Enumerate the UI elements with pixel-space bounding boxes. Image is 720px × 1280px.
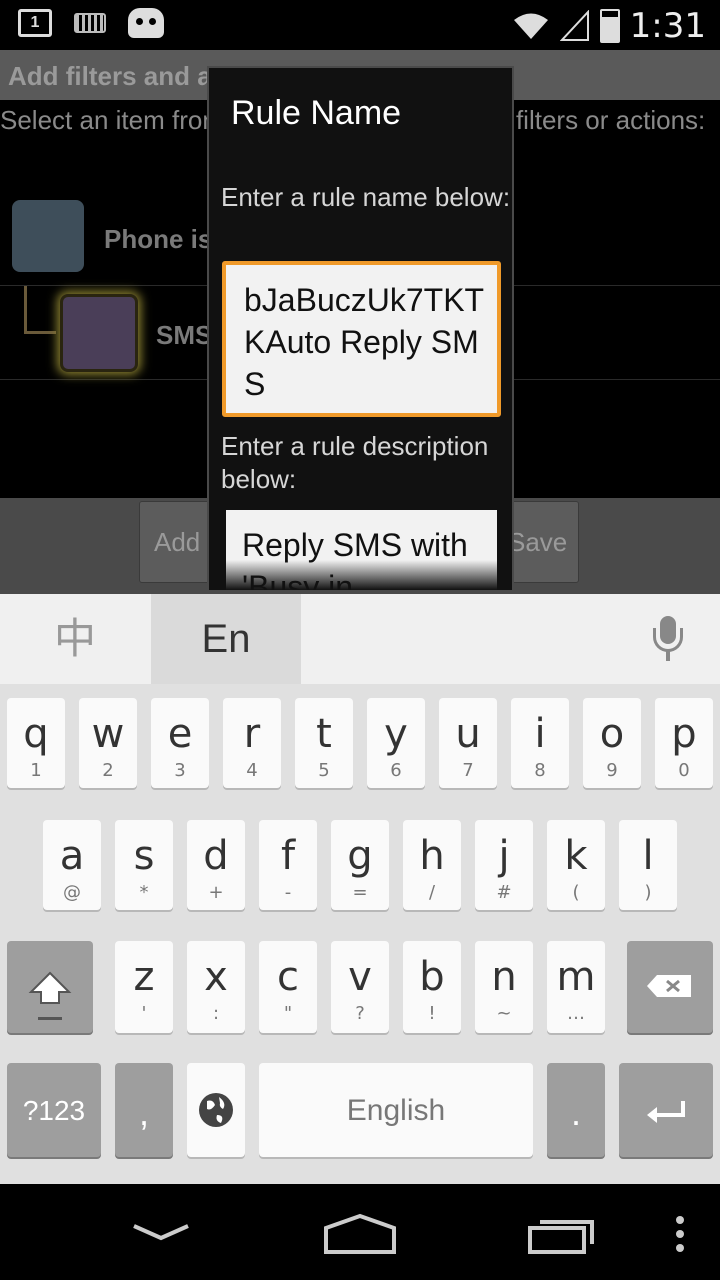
key-z[interactable]: z '	[115, 941, 173, 1033]
key-h[interactable]: h /	[403, 820, 461, 910]
key-v[interactable]: v?	[331, 941, 389, 1033]
rule-description-prompt: Enter a rule description below:	[221, 431, 489, 494]
key-n[interactable]: n ~	[475, 941, 533, 1033]
shift-icon	[28, 971, 72, 1020]
enter-icon	[647, 1101, 685, 1123]
key-o[interactable]: o9	[583, 698, 641, 788]
microphone-icon[interactable]	[650, 616, 686, 662]
key-w[interactable]: w2	[79, 698, 137, 788]
navigation-bar	[0, 1184, 720, 1280]
tree-item-label: SMS	[156, 320, 213, 350]
key-a[interactable]: a @	[43, 820, 101, 910]
key-f[interactable]: f-	[259, 820, 317, 910]
space-key[interactable]: English	[259, 1063, 533, 1157]
period-key[interactable]: .	[547, 1063, 605, 1157]
key-l[interactable]: l)	[619, 820, 677, 910]
key-t[interactable]: t5	[295, 698, 353, 788]
key-r[interactable]: r4	[223, 698, 281, 788]
key-j[interactable]: j #	[475, 820, 533, 910]
rule-name-dialog: Rule Name Enter a rule name below: bJaBu…	[207, 66, 514, 592]
keyboard-icon	[74, 13, 106, 33]
battery-icon	[599, 9, 620, 43]
key-m[interactable]: m…	[547, 941, 605, 1033]
home-icon[interactable]	[320, 1212, 400, 1256]
dialog-title: Rule Name	[231, 94, 402, 132]
rule-name-input[interactable]: bJaBuczUk7TKTKAuto Reply SMS	[222, 261, 501, 417]
key-g[interactable]: g =	[331, 820, 389, 910]
key-e[interactable]: e3	[151, 698, 209, 788]
key-k[interactable]: k(	[547, 820, 605, 910]
english-mode-tab[interactable]: En	[151, 594, 301, 684]
trigger-icon	[12, 200, 84, 272]
back-down-icon[interactable]	[130, 1220, 192, 1244]
sms-action-icon	[60, 294, 138, 372]
clock: 1:31	[629, 6, 706, 46]
key-i[interactable]: i8	[511, 698, 569, 788]
wifi-icon	[513, 13, 548, 39]
symbols-key[interactable]: ?123	[7, 1063, 101, 1157]
key-b[interactable]: b!	[403, 941, 461, 1033]
key-c[interactable]: c "	[259, 941, 317, 1033]
scroll-fade	[209, 560, 512, 590]
language-key[interactable]	[187, 1063, 245, 1157]
globe-icon	[199, 1093, 233, 1127]
overflow-menu-icon[interactable]	[672, 1214, 688, 1254]
soft-keyboard: 中 En q1 w2 e3 r4 t5 y6 u7 i8 o9 p0 a @ s *…	[0, 594, 720, 1184]
key-u[interactable]: u7	[439, 698, 497, 788]
key-s[interactable]: s *	[115, 820, 173, 910]
key-p[interactable]: p0	[655, 698, 713, 788]
enter-key[interactable]	[619, 1063, 713, 1157]
key-d[interactable]: d +	[187, 820, 245, 910]
comma-key[interactable]: ,	[115, 1063, 173, 1157]
key-y[interactable]: y6	[367, 698, 425, 788]
key-q[interactable]: q1	[7, 698, 65, 788]
recent-apps-icon[interactable]	[526, 1212, 598, 1256]
rule-name-prompt: Enter a rule name below:	[221, 182, 511, 212]
keyboard-toolbar: 中 En	[0, 594, 720, 684]
status-bar: 1 1:31	[0, 0, 720, 50]
notification-icon: 1	[18, 9, 52, 37]
chinese-mode-tab[interactable]: 中	[0, 594, 150, 684]
signal-icon	[559, 10, 589, 41]
shift-key[interactable]	[7, 941, 93, 1033]
backspace-key[interactable]	[627, 941, 713, 1033]
backspace-icon	[647, 975, 691, 997]
tree-connector	[24, 286, 56, 334]
cyanogen-icon	[128, 8, 164, 38]
key-x[interactable]: x:	[187, 941, 245, 1033]
